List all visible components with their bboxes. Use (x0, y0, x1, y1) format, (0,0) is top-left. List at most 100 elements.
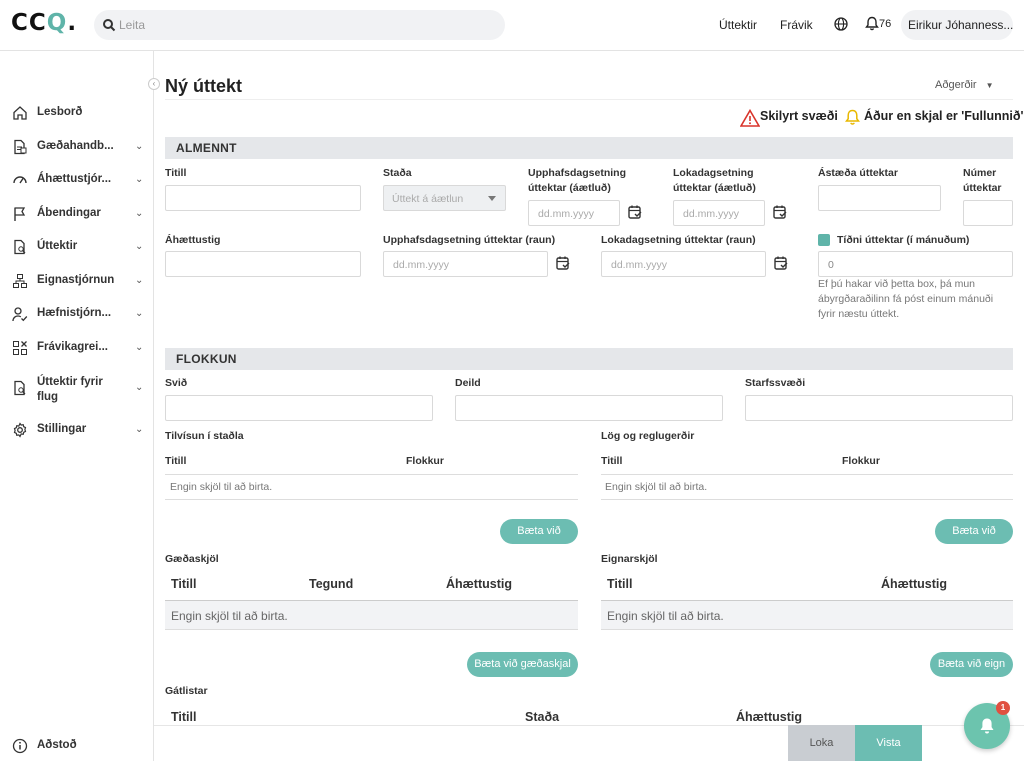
grid-x-icon (13, 341, 27, 355)
bell-warning-icon (845, 109, 860, 125)
sidebar-item-competence[interactable]: Hæfnistjórn... ⌄ (0, 299, 154, 329)
actual-end-input[interactable]: dd.mm.yyyy (601, 251, 766, 277)
calendar-icon[interactable] (772, 204, 788, 221)
sidebar-item-label: Úttektir (37, 240, 78, 252)
section-general-header: ALMENNT (165, 137, 1013, 159)
table-divider (165, 474, 578, 475)
sidebar-item-help[interactable]: Aðstoð (0, 731, 154, 761)
search-bar[interactable]: Leita (94, 10, 505, 40)
add-asset-button[interactable]: Bæta við eign (930, 652, 1013, 677)
planned-start-input[interactable]: dd.mm.yyyy (528, 200, 620, 226)
number-input[interactable] (963, 200, 1013, 226)
empty-message: Engin skjöl til að birta. (170, 481, 273, 493)
add-quality-doc-button[interactable]: Bæta við gæðaskjal (467, 652, 578, 677)
notification-count[interactable]: 76 (879, 18, 891, 30)
sidebar-item-preflight-audits[interactable]: Úttektir fyrir flug ⌄ (0, 373, 154, 413)
calendar-icon[interactable] (627, 204, 643, 221)
sidebar-item-audits[interactable]: Úttektir ⌄ (0, 232, 154, 262)
domain-input[interactable] (165, 395, 433, 421)
sidebar-item-suggestions[interactable]: Ábendingar ⌄ (0, 199, 154, 229)
main-content: Ný úttekt Aðgerðir ▼ Skilyrt svæði Áður … (154, 51, 1024, 761)
laws-label: Lög og reglugerðir (601, 430, 695, 442)
column-header[interactable]: Flokkur (842, 455, 880, 467)
calendar-icon[interactable] (555, 255, 571, 272)
empty-message: Engin skjöl til að birta. (171, 609, 288, 623)
department-label: Deild (455, 377, 481, 389)
frequency-value: 0 (828, 259, 834, 271)
sidebar-item-settings[interactable]: Stillingar ⌄ (0, 415, 154, 445)
date-placeholder: dd.mm.yyyy (538, 208, 595, 220)
area-input[interactable] (745, 395, 1013, 421)
actions-dropdown[interactable]: Aðgerðir ▼ (935, 79, 994, 91)
column-header[interactable]: Staða (525, 710, 559, 724)
globe-icon[interactable] (834, 17, 848, 31)
column-header[interactable]: Titill (607, 577, 632, 591)
nav-audits[interactable]: Úttektir (719, 18, 757, 32)
sidebar-item-label: Eignastjórnun (37, 274, 115, 286)
column-header[interactable]: Áhættustig (446, 577, 512, 591)
standards-ref-label: Tilvísun í staðla (165, 430, 244, 442)
sidebar-item-risk-management[interactable]: Áhættustjór... ⌄ (0, 165, 154, 195)
asset-docs-label: Eignarskjöl (601, 553, 658, 565)
chevron-down-icon[interactable]: ⌄ (135, 342, 143, 353)
column-header[interactable]: Titill (165, 455, 186, 467)
required-legend: Skilyrt svæði (760, 109, 838, 123)
actual-start-input[interactable]: dd.mm.yyyy (383, 251, 548, 277)
info-icon (12, 738, 28, 754)
chevron-down-icon[interactable]: ⌄ (135, 208, 143, 219)
sidebar-item-dashboard[interactable]: Lesborð (0, 98, 154, 128)
caret-down-icon: ▼ (985, 81, 994, 90)
search-input[interactable]: Leita (119, 18, 145, 32)
reason-label: Ástæða úttektar (818, 167, 898, 179)
department-input[interactable] (455, 395, 723, 421)
notification-badge: 1 (996, 701, 1010, 715)
title-label: Titill (165, 167, 187, 179)
document-list-icon (14, 139, 27, 155)
nav-deviations[interactable]: Frávik (780, 18, 813, 32)
column-header[interactable]: Flokkur (406, 455, 444, 467)
column-header[interactable]: Áhættustig (881, 577, 947, 591)
save-button[interactable]: Vista (855, 725, 922, 761)
chevron-down-icon[interactable]: ⌄ (135, 174, 143, 185)
column-header[interactable]: Áhættustig (736, 710, 802, 724)
add-standard-button[interactable]: Bæta við (500, 519, 578, 544)
column-header[interactable]: Tegund (309, 577, 353, 591)
frequency-checkbox[interactable] (818, 234, 830, 246)
user-menu[interactable]: Eirikur Jóhanness... (901, 10, 1013, 40)
gauge-icon (13, 176, 27, 184)
sidebar-item-quality-manual[interactable]: Gæðahandb... ⌄ (0, 132, 154, 162)
planned-end-label: Lokadagsetning úttektar (áætluð) (673, 167, 756, 194)
chevron-down-icon[interactable]: ⌄ (135, 275, 143, 286)
actual-end-label: Lokadagsetning úttektar (raun) (601, 234, 756, 246)
chevron-down-icon[interactable]: ⌄ (135, 308, 143, 319)
chevron-down-icon[interactable]: ⌄ (135, 141, 143, 152)
chevron-down-icon[interactable]: ⌄ (135, 241, 143, 252)
add-law-button[interactable]: Bæta við (935, 519, 1013, 544)
column-header[interactable]: Titill (171, 710, 196, 724)
frequency-help-text: Ef þú hakar við þetta box, þá mun ábyrgð… (818, 278, 994, 320)
close-button[interactable]: Loka (788, 725, 855, 761)
title-input[interactable] (165, 185, 361, 211)
calendar-icon[interactable] (773, 255, 789, 272)
logo[interactable]: CCQ. (11, 10, 77, 36)
section-title: ALMENNT (176, 141, 237, 155)
document-search-icon (14, 380, 26, 396)
sidebar-item-deviation-analysis[interactable]: Frávikagrei... ⌄ (0, 333, 154, 363)
chevron-down-icon[interactable]: ⌄ (135, 382, 143, 393)
status-select[interactable]: Úttekt á áætlun (383, 185, 506, 211)
sidebar-item-label: Aðstoð (37, 739, 77, 751)
column-header[interactable]: Titill (601, 455, 622, 467)
reason-input[interactable] (818, 185, 941, 211)
notifications-fab[interactable]: 1 (964, 701, 1010, 749)
column-header[interactable]: Titill (171, 577, 196, 591)
risk-input[interactable] (165, 251, 361, 277)
empty-message: Engin skjöl til að birta. (607, 609, 724, 623)
bell-icon[interactable] (865, 16, 879, 31)
frequency-input[interactable]: 0 (818, 251, 1013, 277)
sidebar-item-asset-management[interactable]: Eignastjórnun ⌄ (0, 266, 154, 296)
sidebar-item-label: Ábendingar (37, 207, 101, 219)
planned-end-input[interactable]: dd.mm.yyyy (673, 200, 765, 226)
top-bar: CCQ. Leita Úttektir Frávik 76 Eirikur Jó… (0, 0, 1024, 51)
section-classification-header: FLOKKUN (165, 348, 1013, 370)
chevron-down-icon[interactable]: ⌄ (135, 424, 143, 435)
